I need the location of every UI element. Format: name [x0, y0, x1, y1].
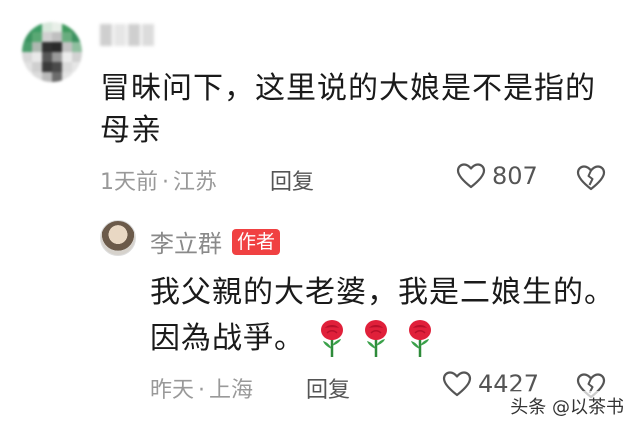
rose-emoji-icon	[407, 319, 433, 359]
rose-emoji-group	[319, 319, 433, 359]
watermark: 头条 @以茶书	[506, 391, 628, 421]
broken-heart-icon	[576, 164, 606, 192]
commenter-avatar[interactable]	[22, 22, 82, 82]
reply-meta: 昨天 · 上海	[150, 372, 253, 404]
comment-text: 冒昧问下，这里说的大娘是不是指的 母亲	[100, 68, 596, 152]
heart-outline-icon	[442, 370, 472, 398]
author-avatar[interactable]	[100, 220, 136, 256]
reply-button[interactable]: 回复	[306, 372, 350, 404]
heart-outline-icon	[456, 162, 486, 190]
author-header: 李立群 作者	[150, 224, 281, 259]
meta-separator: ·	[162, 170, 169, 195]
reply-location: 上海	[209, 378, 254, 403]
like-button[interactable]: 807	[456, 162, 538, 190]
reply-button[interactable]: 回复	[270, 164, 314, 196]
commenter-name-blurred[interactable]	[100, 24, 154, 46]
reply-text: 我父親的大老婆，我是二娘生的。 因為战爭。	[150, 270, 615, 362]
comment-text-line1: 冒昧问下，这里说的大娘是不是指的	[100, 71, 596, 106]
comment-location: 江苏	[173, 170, 218, 195]
author-badge: 作者	[232, 228, 281, 255]
comment-text-line2: 母亲	[100, 113, 162, 148]
like-count: 807	[492, 162, 538, 190]
author-name[interactable]: 李立群	[150, 224, 222, 259]
reply-text-line2-row: 因為战爭。	[150, 316, 615, 362]
reply-time: 昨天	[150, 378, 195, 403]
reply-text-line1: 我父親的大老婆，我是二娘生的。	[150, 275, 615, 310]
meta-separator: ·	[198, 378, 206, 403]
reply-text-line2: 因為战爭。	[150, 321, 305, 356]
rose-emoji-icon	[363, 319, 389, 359]
comment-meta: 1天前 · 江苏	[100, 164, 217, 196]
rose-emoji-icon	[319, 319, 345, 359]
comment-time: 1天前	[100, 170, 158, 195]
dislike-button[interactable]	[576, 164, 606, 192]
